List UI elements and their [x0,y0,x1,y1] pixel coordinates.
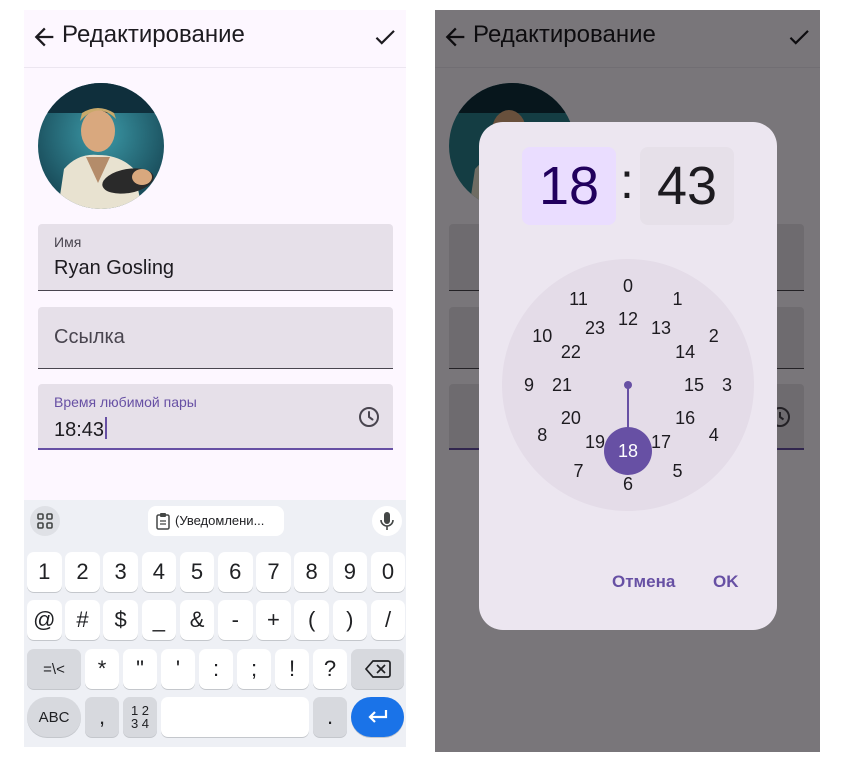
key-row-bottom: ABC , 1 2 3 4 . [27,697,404,737]
screen-title: Редактирование [62,21,245,48]
outer-hour-number[interactable]: 11 [563,288,595,310]
hour-box[interactable]: 18 [522,147,616,225]
key-row-symbols: @ # $ _ & - +() / [27,600,406,640]
favorite-time-value: 18:43 [54,419,105,441]
key-more-symbols[interactable]: =\< [27,649,81,689]
link-field-placeholder: Ссылка [54,326,125,348]
edit-screen: Редактирование Имя Ryan Gosling Ссылка В… [24,10,406,747]
outer-hour-number[interactable]: 1 [662,288,694,310]
time-picker-screen: Редактирование 18 : 43 01234567891011121… [435,10,820,752]
inner-hour-number[interactable]: 20 [555,407,587,429]
name-field[interactable]: Имя Ryan Gosling [38,224,393,291]
clipboard-text: (Уведомлени... [175,513,265,528]
outer-hour-number[interactable]: 5 [662,460,694,482]
backspace-icon [364,660,391,678]
back-arrow-icon[interactable] [30,23,58,51]
digit-key[interactable]: 9 [332,552,368,592]
key-row-digits: 1234567890 [27,552,406,592]
symbol-key[interactable]: - [218,600,253,640]
favorite-time-label: Время любимой пары [54,394,197,410]
outer-hour-number[interactable]: 10 [526,325,558,347]
key-question[interactable]: ? [313,649,347,689]
clock-dial[interactable]: 0 1 2 3 4 5 6 7 8 9 10 11 12 13 14 15 16 17 18 19 20 21 22 23 [502,259,754,511]
ok-button[interactable]: OK [713,572,739,592]
key-enter[interactable] [351,697,404,737]
inner-hour-number[interactable]: 13 [645,317,677,339]
symbol-key[interactable]: @ [27,600,62,640]
symbol-key[interactable]: + [256,600,291,640]
inner-hour-number[interactable]: 14 [669,341,701,363]
name-field-value: Ryan Gosling [54,257,175,279]
key-numpad[interactable]: 1 2 3 4 [123,697,157,737]
check-icon[interactable] [372,24,398,50]
symbol-key[interactable]: _ [141,600,177,640]
symbol-key[interactable]: # [65,600,100,640]
digit-key[interactable]: 7 [256,552,291,592]
inner-hour-number[interactable]: 22 [555,341,587,363]
avatar[interactable] [38,83,164,209]
inner-hour-number[interactable]: 12 [612,308,644,330]
keyboard-suggestion-bar: (Уведомлени... [24,500,406,542]
clock-icon[interactable] [357,405,381,429]
digit-key[interactable]: 6 [218,552,253,592]
key-period[interactable]: . [313,697,347,737]
key-asterisk[interactable]: * [85,649,119,689]
inner-hour-number[interactable]: 16 [669,407,701,429]
clipboard-icon [156,513,170,530]
digit-key[interactable]: 4 [141,552,177,592]
symbol-key[interactable]: ( [294,600,329,640]
apps-grid-icon[interactable] [30,506,60,536]
key-space[interactable] [161,697,309,737]
outer-hour-number[interactable]: 2 [698,325,730,347]
key-abc[interactable]: ABC [27,697,81,737]
key-backspace[interactable] [351,649,404,689]
digit-key[interactable]: 0 [370,552,406,592]
key-apostrophe[interactable]: ' [161,649,195,689]
digit-key[interactable]: 1 [27,552,62,592]
inner-hour-number[interactable]: 23 [579,317,611,339]
outer-hour-number[interactable]: 0 [612,275,644,297]
symbol-key[interactable]: & [179,600,215,640]
cancel-button[interactable]: Отмена [612,572,675,592]
inner-hour-number[interactable]: 19 [579,431,611,453]
digit-key[interactable]: 5 [179,552,215,592]
key-exclamation[interactable]: ! [275,649,309,689]
key-quote[interactable]: " [123,649,157,689]
key-colon[interactable]: : [199,649,233,689]
enter-icon [367,710,387,723]
digit-key[interactable]: 2 [65,552,100,592]
key-semicolon[interactable]: ; [237,649,271,689]
favorite-time-value-wrap: 18:43 [54,417,108,442]
symbol-key[interactable]: $ [103,600,138,640]
symbol-key[interactable]: ) [332,600,368,640]
top-app-bar: Редактирование [24,10,406,68]
key-row-third: =\< * " ' : ; ! ? [27,649,404,689]
time-separator: : [620,153,634,209]
microphone-icon[interactable] [372,506,402,536]
outer-hour-number[interactable]: 6 [612,473,644,495]
favorite-time-field[interactable]: Время любимой пары 18:43 [38,384,393,450]
name-field-label: Имя [54,234,82,250]
inner-hour-number[interactable]: 21 [546,374,578,396]
outer-hour-number[interactable]: 3 [711,374,743,396]
clipboard-chip[interactable]: (Уведомлени... [148,506,284,536]
outer-hour-number[interactable]: 4 [698,424,730,446]
inner-hour-number[interactable]: 17 [645,431,677,453]
symbol-key[interactable]: / [370,600,406,640]
soft-keyboard: (Уведомлени... 1234567890 @ # $ _ & - +() / =\<… [24,500,406,747]
time-picker-dialog: 18 : 43 0 1 2 3 4 5 6 7 8 9 10 11 12 13 14 15 16 17 18 19 20… [479,122,777,630]
selected-hour-number[interactable]: 18 [612,440,644,462]
outer-hour-number[interactable]: 7 [563,460,595,482]
link-field[interactable]: Ссылка [38,307,393,369]
key-comma[interactable]: , [85,697,119,737]
digit-key[interactable]: 3 [103,552,138,592]
inner-hour-number[interactable]: 15 [678,374,710,396]
text-cursor [105,417,108,439]
digit-key[interactable]: 8 [294,552,329,592]
minute-box[interactable]: 43 [640,147,734,225]
outer-hour-number[interactable]: 9 [513,374,545,396]
outer-hour-number[interactable]: 8 [526,424,558,446]
